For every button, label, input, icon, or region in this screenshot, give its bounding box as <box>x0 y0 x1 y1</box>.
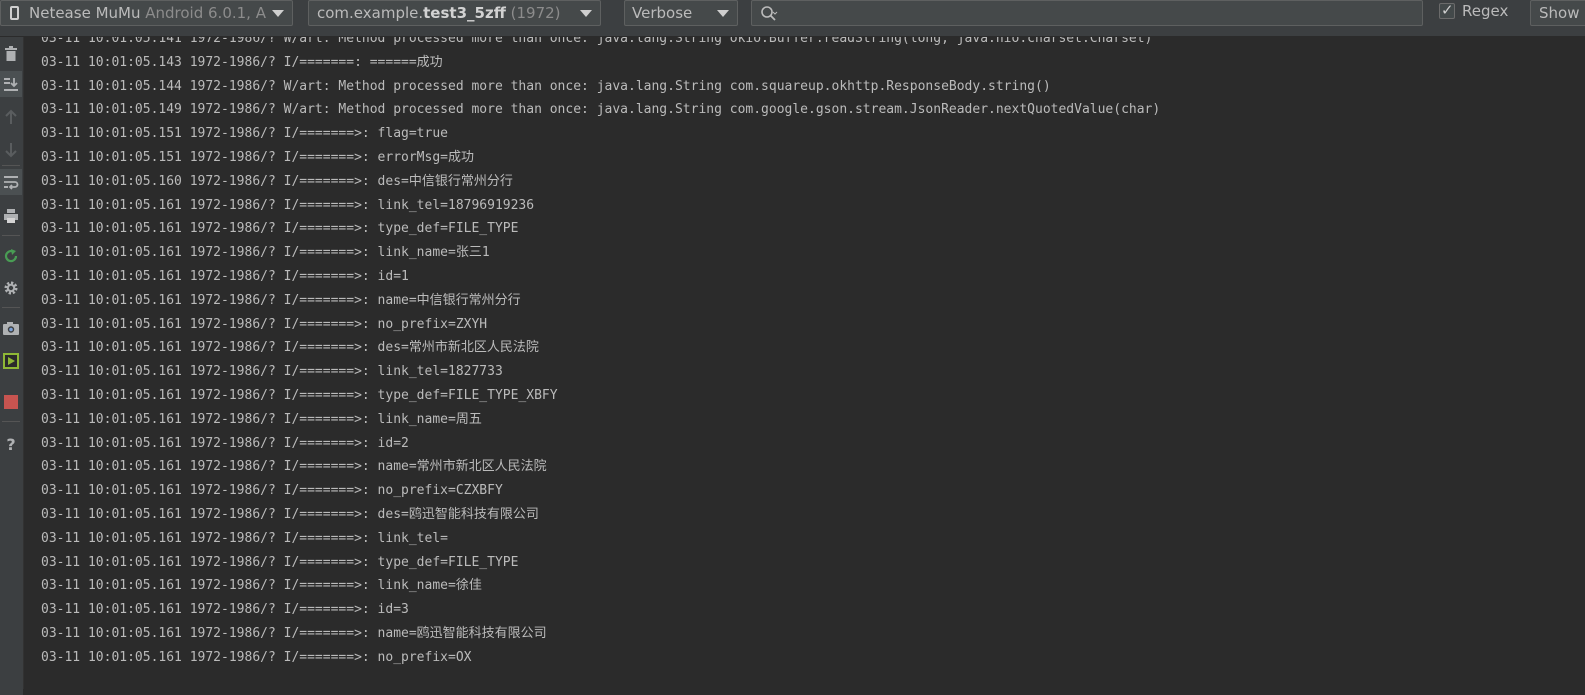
search-input[interactable] <box>782 3 1416 25</box>
log-level-value: Verbose <box>632 4 693 22</box>
screenshot-icon <box>3 322 19 335</box>
next-occurrence-button[interactable] <box>0 137 22 163</box>
checkbox-checked-icon[interactable]: ✓ <box>1439 1 1455 19</box>
log-line: 03-11 10:01:05.161 1972-1986/? I/=======… <box>41 530 448 546</box>
help-icon: ? <box>6 434 16 454</box>
log-line: 03-11 10:01:05.161 1972-1986/? I/=======… <box>41 221 519 237</box>
down-arrow-icon <box>5 143 17 158</box>
logcat-action-strip: ? <box>0 37 24 695</box>
settings-button[interactable] <box>0 275 22 301</box>
log-line: 03-11 10:01:05.161 1972-1986/? I/=======… <box>41 435 409 451</box>
print-icon <box>4 209 18 223</box>
log-line: 03-11 10:01:05.161 1972-1986/? I/=======… <box>41 197 535 213</box>
regex-label: Regex <box>1462 2 1509 20</box>
log-line: 03-11 10:01:05.151 1972-1986/? I/=======… <box>41 126 448 142</box>
log-line: 03-11 10:01:05.161 1972-1986/? I/=======… <box>41 269 409 284</box>
screen-capture-button[interactable] <box>0 315 22 341</box>
phone-icon <box>10 6 19 20</box>
logcat-output[interactable]: 03-11 10:01:05.141 1972-1986/? W/art: Me… <box>23 37 1585 689</box>
device-dropdown[interactable]: Netease MuMu Android 6.0.1, A <box>0 0 293 26</box>
log-line: 03-11 10:01:05.161 1972-1986/? I/=======… <box>41 649 472 665</box>
restart-button[interactable] <box>0 243 22 269</box>
log-line: 03-11 10:01:05.141 1972-1986/? W/art: Me… <box>41 37 1153 46</box>
log-level-dropdown[interactable]: Verbose <box>624 0 738 26</box>
process-pid: (1972) <box>510 4 561 22</box>
soft-wrap-icon <box>4 176 19 190</box>
chevron-down-icon <box>272 10 284 17</box>
process-dropdown[interactable]: com.example.test3_5zff (1972) <box>308 0 601 26</box>
screen-record-icon <box>3 353 19 369</box>
trash-icon <box>5 46 17 61</box>
sidebar-divider <box>2 235 20 236</box>
log-line: 03-11 10:01:05.161 1972-1986/? I/=======… <box>41 364 503 380</box>
horizontal-scrollbar[interactable] <box>23 689 1585 695</box>
chevron-down-icon <box>580 10 592 17</box>
scroll-to-end-icon <box>4 78 18 91</box>
log-line: 03-11 10:01:05.161 1972-1986/? I/=======… <box>41 483 503 499</box>
process-package-name: test3_5zff <box>423 4 506 22</box>
show-label: Show <box>1539 4 1580 22</box>
log-line: 03-11 10:01:05.144 1972-1986/? W/art: Me… <box>41 78 1051 94</box>
log-line: 03-11 10:01:05.149 1972-1986/? W/art: Me… <box>41 102 1161 118</box>
device-detail: Android 6.0.1, A <box>145 4 266 22</box>
log-line: 03-11 10:01:05.161 1972-1986/? I/=======… <box>41 602 409 618</box>
search-icon <box>761 6 778 21</box>
sidebar-divider <box>2 165 20 166</box>
logcat-toolbar: Netease MuMu Android 6.0.1, A com.exampl… <box>0 0 1585 37</box>
log-line: 03-11 10:01:05.161 1972-1986/? I/=======… <box>41 459 547 475</box>
scroll-to-end-button[interactable] <box>0 71 22 97</box>
clear-logcat-button[interactable] <box>0 41 22 67</box>
show-filter-dropdown[interactable]: Show <box>1530 0 1585 26</box>
log-line: 03-11 10:01:05.161 1972-1986/? I/=======… <box>41 340 539 356</box>
search-box[interactable] <box>751 0 1423 26</box>
stop-icon <box>4 395 18 409</box>
device-name: Netease MuMu <box>29 4 141 22</box>
previous-occurrence-button[interactable] <box>0 104 22 130</box>
restart-icon <box>4 249 18 263</box>
sidebar-divider <box>2 307 20 308</box>
screen-record-button[interactable] <box>0 348 22 374</box>
gear-icon <box>4 281 18 295</box>
log-line: 03-11 10:01:05.151 1972-1986/? I/=======… <box>41 150 474 165</box>
soft-wrap-button[interactable] <box>0 169 22 195</box>
log-line: 03-11 10:01:05.160 1972-1986/? I/=======… <box>41 173 513 189</box>
log-line: 03-11 10:01:05.161 1972-1986/? I/=======… <box>41 507 539 522</box>
log-line: 03-11 10:01:05.161 1972-1986/? I/=======… <box>41 245 490 261</box>
log-line: 03-11 10:01:05.143 1972-1986/? I/=======… <box>41 54 443 70</box>
log-line: 03-11 10:01:05.161 1972-1986/? I/=======… <box>41 578 482 594</box>
process-package-prefix: com.example. <box>317 4 424 22</box>
stop-button[interactable] <box>0 389 22 415</box>
up-arrow-icon <box>5 109 17 124</box>
log-line: 03-11 10:01:05.161 1972-1986/? I/=======… <box>41 316 488 332</box>
print-button[interactable] <box>0 203 22 229</box>
sidebar-divider <box>2 421 20 422</box>
log-line: 03-11 10:01:05.161 1972-1986/? I/=======… <box>41 292 521 308</box>
help-button[interactable]: ? <box>0 431 22 457</box>
log-line: 03-11 10:01:05.161 1972-1986/? I/=======… <box>41 388 558 403</box>
chevron-down-icon <box>717 10 729 17</box>
log-line: 03-11 10:01:05.161 1972-1986/? I/=======… <box>41 554 519 570</box>
log-line: 03-11 10:01:05.161 1972-1986/? I/=======… <box>41 626 547 641</box>
log-line: 03-11 10:01:05.161 1972-1986/? I/=======… <box>41 411 482 427</box>
